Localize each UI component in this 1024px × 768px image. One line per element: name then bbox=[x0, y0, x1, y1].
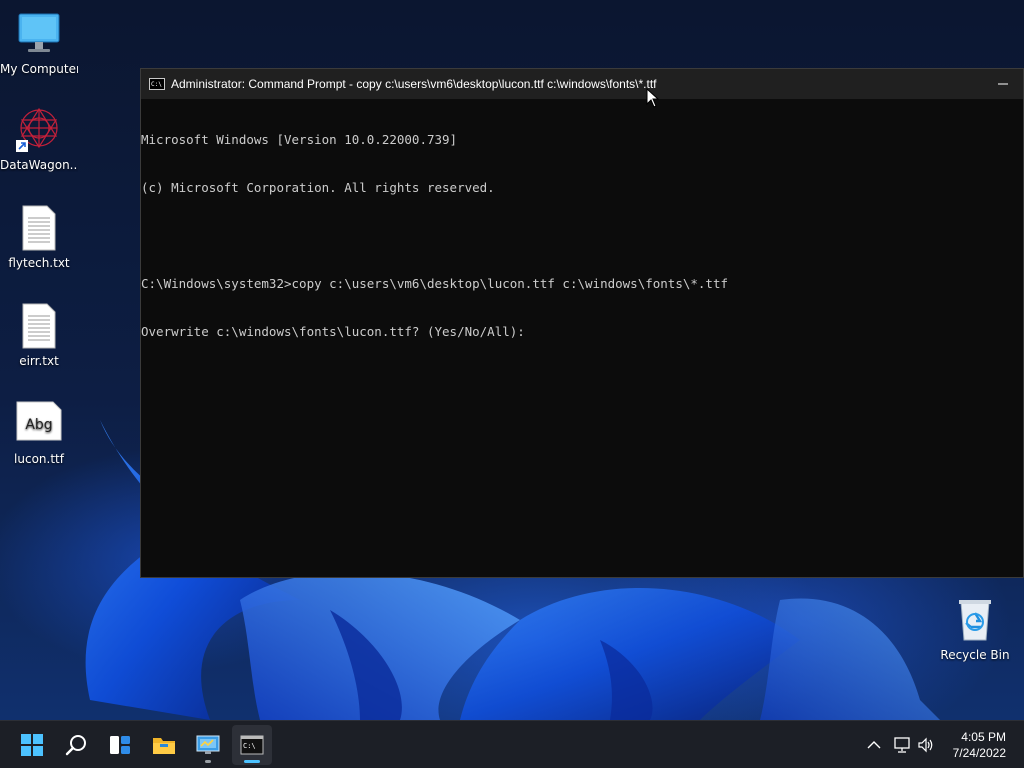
monitor-icon bbox=[15, 10, 63, 58]
terminal-line: Microsoft Windows [Version 10.0.22000.73… bbox=[141, 132, 458, 147]
svg-text:C:\: C:\ bbox=[243, 742, 256, 750]
terminal-icon: C:\ bbox=[240, 735, 264, 755]
volume-icon bbox=[918, 737, 933, 753]
file-explorer-button[interactable] bbox=[144, 725, 184, 765]
taskbar-clock[interactable]: 4:05 PM 7/24/2022 bbox=[936, 729, 1006, 761]
desktop-icon-lucon[interactable]: Abg lucon.ttf bbox=[0, 400, 78, 466]
network-button[interactable] bbox=[890, 733, 914, 757]
widgets-icon bbox=[110, 736, 130, 754]
desktop-icon-my-computer[interactable]: My Computer bbox=[0, 10, 78, 76]
desktop-icon-label: eirr.txt bbox=[19, 354, 59, 368]
network-icon bbox=[894, 737, 910, 753]
terminal-line: (c) Microsoft Corporation. All rights re… bbox=[141, 180, 495, 195]
search-button[interactable] bbox=[56, 725, 96, 765]
clock-time: 4:05 PM bbox=[961, 730, 1006, 744]
search-icon bbox=[65, 735, 86, 756]
svg-text:C:\: C:\ bbox=[151, 81, 162, 88]
start-button[interactable] bbox=[12, 725, 52, 765]
window-title: Administrator: Command Prompt - copy c:\… bbox=[171, 77, 657, 91]
windows-start-icon bbox=[21, 734, 43, 756]
chevron-up-icon bbox=[867, 741, 881, 749]
mouse-pointer-icon bbox=[646, 88, 660, 108]
clock-date: 7/24/2022 bbox=[952, 746, 1006, 760]
desktop-icon-label: My Computer bbox=[0, 62, 78, 76]
desktop-icon-flytech[interactable]: flytech.txt bbox=[0, 204, 78, 270]
volume-button[interactable] bbox=[914, 733, 938, 757]
command-prompt-icon: C:\ bbox=[149, 78, 165, 90]
minimize-button[interactable] bbox=[983, 69, 1023, 99]
desktop-icon-label: lucon.ttf bbox=[14, 452, 64, 466]
text-file-icon bbox=[15, 302, 63, 350]
widgets-button[interactable] bbox=[100, 725, 140, 765]
desktop-icon-eirr[interactable]: eirr.txt bbox=[0, 302, 78, 368]
folder-icon bbox=[153, 738, 175, 754]
font-file-icon: Abg bbox=[15, 400, 63, 448]
command-prompt-window[interactable]: C:\ Administrator: Command Prompt - copy… bbox=[140, 68, 1024, 578]
desktop-icon-recycle-bin[interactable]: Recycle Bin bbox=[936, 596, 1014, 662]
desktop-icon-label: flytech.txt bbox=[8, 256, 70, 270]
desktop-icon-datawagon[interactable]: DataWagon... bbox=[0, 106, 78, 172]
desktop-icon-label: DataWagon... bbox=[0, 158, 78, 172]
window-titlebar[interactable]: C:\ Administrator: Command Prompt - copy… bbox=[141, 69, 1023, 99]
terminal-line: C:\Windows\system32>copy c:\users\vm6\de… bbox=[141, 276, 728, 291]
control-panel-icon bbox=[196, 735, 220, 754]
terminal-output[interactable]: Microsoft Windows [Version 10.0.22000.73… bbox=[141, 99, 1023, 372]
datawagon-shortcut-icon bbox=[15, 106, 63, 154]
minimize-icon bbox=[998, 83, 1008, 85]
show-hidden-icons-button[interactable] bbox=[862, 733, 886, 757]
control-panel-button[interactable] bbox=[188, 725, 228, 765]
text-file-icon bbox=[15, 204, 63, 252]
font-preview-text: Abg bbox=[25, 417, 52, 433]
terminal-prompt-line: Overwrite c:\windows\fonts\lucon.ttf? (Y… bbox=[141, 324, 525, 339]
recycle-bin-icon bbox=[951, 596, 999, 644]
active-indicator bbox=[244, 760, 260, 763]
desktop-icon-label: Recycle Bin bbox=[940, 648, 1010, 662]
running-indicator bbox=[205, 760, 211, 763]
command-prompt-taskbar-button[interactable]: C:\ bbox=[232, 725, 272, 765]
taskbar: C:\ 4:05 PM 7/24/2022 bbox=[0, 720, 1024, 768]
